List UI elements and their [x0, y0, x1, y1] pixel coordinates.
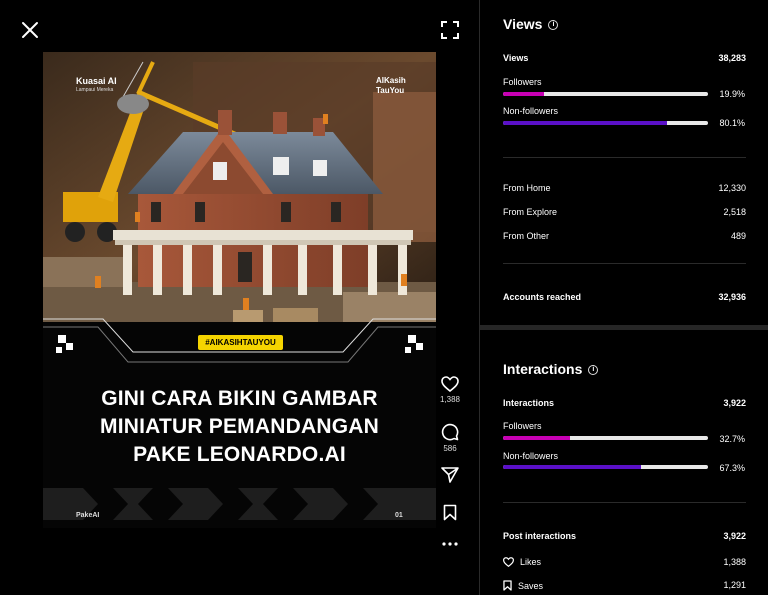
interactions-title: Interactions [503, 361, 583, 377]
source-label: From Other [503, 231, 550, 241]
post-viewer: Kuasai AI Lampaui Mereka AIKasih TauYou … [0, 0, 479, 595]
likes-label: Likes [520, 557, 542, 567]
headline-line-3: PAKE LEONARDO.AI [133, 443, 346, 466]
accounts-reached-label: Accounts reached [503, 292, 582, 302]
interactions-followers-percent: 32.7% [719, 434, 745, 444]
comment-icon[interactable] [441, 423, 459, 441]
views-followers-percent: 19.9% [719, 89, 745, 99]
comment-action: 586 [436, 423, 464, 453]
likes-label-group: Likes [503, 557, 541, 567]
views-title: Views [503, 16, 543, 32]
divider [503, 502, 746, 503]
bottom-pattern [43, 488, 436, 520]
views-nonfollowers-bar-fill [503, 121, 668, 125]
interactions-nonfollowers-bar-fill [503, 465, 641, 469]
brand-right-line2: TauYou [376, 86, 405, 95]
heart-icon [503, 557, 514, 567]
saves-value: 1,291 [723, 580, 746, 590]
source-value: 2,518 [723, 207, 746, 217]
bookmark-icon[interactable] [443, 504, 457, 521]
interactions-followers-label: Followers [503, 421, 542, 431]
interactions-section-title: Interactions i [503, 361, 599, 377]
post-interactions-value: 3,922 [723, 531, 746, 541]
interactions-total-label: Interactions [503, 398, 555, 408]
headline-line-1: GINI CARA BIKIN GAMBAR [101, 387, 378, 410]
accounts-reached-value: 32,936 [718, 292, 746, 302]
source-label: From Explore [503, 207, 558, 217]
post-headline: GINI CARA BIKIN GAMBAR MINIATUR PEMANDAN… [43, 385, 436, 469]
like-count: 1,388 [439, 395, 461, 404]
interactions-nonfollowers-bar [503, 465, 708, 469]
source-value: 12,330 [718, 183, 746, 193]
info-icon[interactable]: i [588, 365, 599, 375]
views-followers-bar [503, 92, 708, 96]
interactions-followers-bar-fill [503, 436, 571, 440]
section-divider [480, 325, 768, 330]
source-value: 489 [730, 231, 746, 241]
post-interactions-label: Post interactions [503, 531, 577, 541]
views-nonfollowers-bar [503, 121, 708, 125]
post-image[interactable]: Kuasai AI Lampaui Mereka AIKasih TauYou … [43, 52, 436, 528]
brand-tagline: Lampaui Mereka [76, 87, 114, 93]
heart-icon[interactable] [441, 376, 459, 392]
hashtag-badge: #AIKASIHTAUYOU [198, 335, 283, 350]
interactions-followers-bar [503, 436, 708, 440]
fullscreen-icon[interactable] [441, 21, 459, 39]
post-footer-brand: PakeAI [76, 512, 100, 519]
views-total-label: Views [503, 53, 529, 63]
source-label: From Home [503, 183, 551, 193]
like-action: 1,388 [436, 376, 464, 404]
brand-right-line1: AIKasih [376, 76, 406, 85]
saves-label: Saves [518, 581, 544, 591]
post-slide-number: 01 [395, 512, 403, 519]
comment-count: 586 [443, 444, 457, 453]
views-followers-bar-fill [503, 92, 544, 96]
share-icon[interactable] [441, 466, 459, 483]
interactions-nonfollowers-label: Non-followers [503, 451, 559, 461]
views-section-title: Views i [503, 16, 559, 32]
views-nonfollowers-percent: 80.1% [719, 118, 745, 128]
info-icon[interactable]: i [548, 20, 559, 30]
save-action [436, 504, 464, 521]
views-total-value: 38,283 [718, 53, 746, 63]
headline-line-2: MINIATUR PEMANDANGAN [100, 415, 379, 438]
more-action [436, 542, 464, 546]
saves-label-group: Saves [503, 580, 543, 591]
share-action [436, 466, 464, 483]
brand-name: Kuasai AI [76, 76, 117, 86]
divider [503, 157, 746, 158]
interactions-total-value: 3,922 [723, 398, 746, 408]
close-icon[interactable] [20, 20, 40, 40]
likes-value: 1,388 [723, 557, 746, 567]
insights-panel: Views i Views 38,283 Followers 19.9% Non-… [479, 0, 768, 595]
bookmark-icon [503, 580, 512, 591]
divider [503, 263, 746, 264]
interactions-nonfollowers-percent: 67.3% [719, 463, 745, 473]
views-followers-label: Followers [503, 77, 542, 87]
more-options-icon[interactable] [442, 542, 458, 546]
views-nonfollowers-label: Non-followers [503, 106, 559, 116]
brand-right-label: AIKasih TauYou [376, 76, 426, 96]
